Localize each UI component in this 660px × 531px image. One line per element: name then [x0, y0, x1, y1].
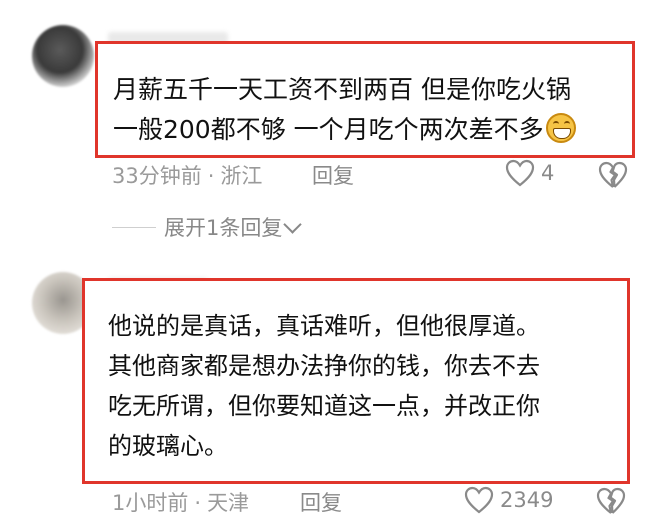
- comment-line: 他说的是真话，真话难听，但他很厚道。: [108, 312, 540, 340]
- chevron-down-icon: [283, 214, 303, 234]
- comment-line: 的玻璃心。: [108, 432, 228, 460]
- comment-line: 月薪五千一天工资不到两百 但是你吃火锅: [113, 75, 571, 104]
- grinning-face-emoji: [545, 113, 576, 143]
- comment-time: 1小时前: [112, 491, 189, 515]
- reply-button[interactable]: 回复: [300, 487, 342, 517]
- comment-location: 浙江: [220, 164, 263, 188]
- divider: [112, 226, 156, 228]
- like-count: 2349: [500, 488, 554, 512]
- comment-location: 天津: [207, 491, 250, 515]
- expand-replies-button[interactable]: 展开1条回复: [112, 212, 303, 242]
- comment-text: 他说的是真话，真话难听，但他很厚道。 其他商家都是想办法挣你的钱，你去不去 吃无所谓…: [108, 306, 628, 466]
- comment-text: 月薪五千一天工资不到两百 但是你吃火锅 一般200都不够 一个月吃个两次差不多: [113, 70, 633, 150]
- comment-meta: 33分钟前 · 浙江: [112, 160, 262, 190]
- dislike-button[interactable]: [598, 161, 628, 193]
- broken-heart-icon: [596, 487, 626, 514]
- broken-heart-icon: [598, 161, 628, 188]
- like-count: 4: [541, 161, 555, 185]
- heart-icon: [505, 159, 535, 187]
- comment-meta: 1小时前 · 天津: [112, 487, 249, 517]
- separator: ·: [207, 164, 215, 188]
- reply-button[interactable]: 回复: [312, 160, 354, 190]
- comment-time: 33分钟前: [112, 164, 202, 188]
- like-button[interactable]: 4: [505, 159, 554, 187]
- expand-replies-label: 展开1条回复: [164, 216, 283, 240]
- comment-line: 吃无所谓，但你要知道这一点，并改正你: [108, 392, 540, 420]
- separator: ·: [194, 491, 202, 515]
- comment-line: 一般200都不够 一个月吃个两次差不多: [113, 115, 544, 144]
- dislike-button[interactable]: [596, 487, 626, 519]
- comment-line: 其他商家都是想办法挣你的钱，你去不去: [108, 352, 540, 380]
- heart-icon: [464, 486, 494, 514]
- like-button[interactable]: 2349: [464, 486, 553, 514]
- avatar[interactable]: [32, 25, 94, 87]
